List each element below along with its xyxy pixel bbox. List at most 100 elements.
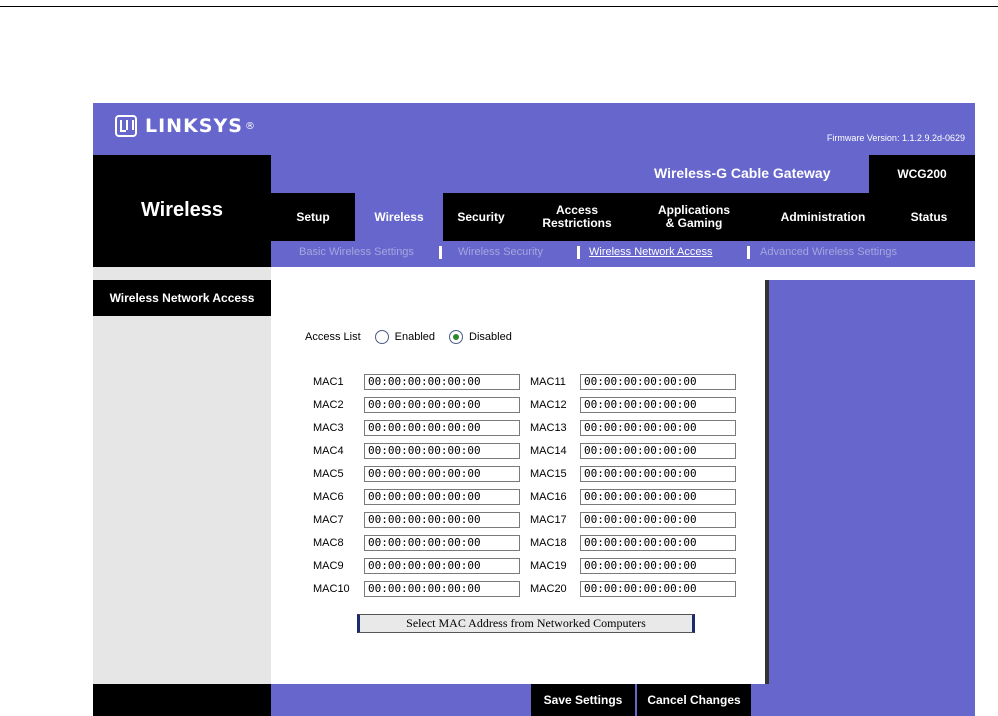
mac-row: MAC10 <box>313 577 520 600</box>
mac6-input[interactable] <box>364 488 520 505</box>
mac-row: MAC20 <box>530 577 736 600</box>
mac2-input[interactable] <box>364 396 520 413</box>
mac-row: MAC3 <box>313 416 520 439</box>
cancel-changes-button[interactable]: Cancel Changes <box>637 684 751 716</box>
mac14-input[interactable] <box>580 442 736 459</box>
access-list-enabled-label: Enabled <box>394 331 436 343</box>
tab-security[interactable]: Security <box>443 193 519 241</box>
access-list-enabled-radio[interactable] <box>374 330 389 344</box>
tab-wireless[interactable]: Wireless <box>355 193 443 241</box>
mac-row: MAC11 <box>530 370 736 393</box>
tab-administration[interactable]: Administration <box>767 193 879 241</box>
mac1-input[interactable] <box>364 373 520 390</box>
mac-row: MAC15 <box>530 462 736 485</box>
mac13-input[interactable] <box>580 419 736 436</box>
access-list-row: Access List Enabled Disabled <box>305 330 512 344</box>
mac11-input[interactable] <box>580 373 736 390</box>
sidebar <box>93 267 271 684</box>
mac7-input[interactable] <box>364 511 520 528</box>
mac-label: MAC1 <box>313 375 344 388</box>
mac-label: MAC20 <box>530 582 567 595</box>
linksys-logo: LINKSYS ® <box>115 115 256 137</box>
subnav-wireless-security[interactable]: Wireless Security <box>458 246 543 258</box>
mac-row: MAC1 <box>313 370 520 393</box>
subnav-separator <box>577 246 580 259</box>
mac-row: MAC14 <box>530 439 736 462</box>
mac5-input[interactable] <box>364 465 520 482</box>
mac15-input[interactable] <box>580 465 736 482</box>
model-number: WCG200 <box>869 155 975 193</box>
mac-label: MAC4 <box>313 444 344 457</box>
mac-row: MAC4 <box>313 439 520 462</box>
mac8-input[interactable] <box>364 534 520 551</box>
mac-column-right: MAC11 MAC12 MAC13 MAC14 MAC15 MAC16 MAC1… <box>530 370 736 600</box>
mac19-input[interactable] <box>580 557 736 574</box>
mac10-input[interactable] <box>364 580 520 597</box>
mac3-input[interactable] <box>364 419 520 436</box>
mac-label: MAC9 <box>313 559 344 572</box>
mac-label: MAC17 <box>530 513 567 526</box>
mac-row: MAC16 <box>530 485 736 508</box>
tab-access-restrictions[interactable]: Access Restrictions <box>535 193 619 241</box>
tab-setup[interactable]: Setup <box>271 193 355 241</box>
access-list-disabled-radio[interactable] <box>449 330 464 344</box>
mac-label: MAC11 <box>530 375 566 388</box>
mac-label: MAC12 <box>530 398 567 411</box>
mac-label: MAC13 <box>530 421 567 434</box>
main-tabs: Setup Wireless Security Access Restricti… <box>271 193 975 241</box>
footer-left <box>93 684 271 716</box>
tab-status[interactable]: Status <box>893 193 965 241</box>
mac20-input[interactable] <box>580 580 736 597</box>
mac4-input[interactable] <box>364 442 520 459</box>
mac-row: MAC6 <box>313 485 520 508</box>
sidebar-heading: Wireless Network Access <box>93 280 271 316</box>
subnav-advanced-wireless-settings[interactable]: Advanced Wireless Settings <box>760 246 897 258</box>
mac-row: MAC13 <box>530 416 736 439</box>
mac-row: MAC12 <box>530 393 736 416</box>
mac-row: MAC8 <box>313 531 520 554</box>
mac-row: MAC2 <box>313 393 520 416</box>
mac9-input[interactable] <box>364 557 520 574</box>
access-list-disabled-label: Disabled <box>469 331 512 343</box>
subnav-basic-wireless-settings[interactable]: Basic Wireless Settings <box>299 246 414 258</box>
mac-label: MAC18 <box>530 536 567 549</box>
select-mac-address-button[interactable]: Select MAC Address from Networked Comput… <box>357 614 695 633</box>
mac12-input[interactable] <box>580 396 736 413</box>
mac-row: MAC7 <box>313 508 520 531</box>
mac-row: MAC5 <box>313 462 520 485</box>
mac-row: MAC18 <box>530 531 736 554</box>
access-list-label: Access List <box>305 331 361 343</box>
header-banner: LINKSYS ® Firmware Version: 1.1.2.9.2d-0… <box>93 103 975 155</box>
mac-label: MAC14 <box>530 444 567 457</box>
mac-label: MAC10 <box>313 582 350 595</box>
top-rule <box>0 6 998 7</box>
mac17-input[interactable] <box>580 511 736 528</box>
subnav-separator <box>439 246 442 259</box>
mac18-input[interactable] <box>580 534 736 551</box>
mac-label: MAC6 <box>313 490 344 503</box>
tab-applications-gaming[interactable]: Applications & Gaming <box>641 193 747 241</box>
mac-label: MAC3 <box>313 421 344 434</box>
wireless-subnav: Basic Wireless Settings Wireless Securit… <box>271 241 975 267</box>
firmware-version: Firmware Version: 1.1.2.9.2d-0629 <box>826 133 965 143</box>
subnav-wireless-network-access[interactable]: Wireless Network Access <box>589 246 712 258</box>
mac-label: MAC5 <box>313 467 344 480</box>
save-settings-button[interactable]: Save Settings <box>531 684 635 716</box>
footer-bar: Save Settings Cancel Changes <box>271 684 975 716</box>
mac16-input[interactable] <box>580 488 736 505</box>
mac-label: MAC2 <box>313 398 344 411</box>
mac-row: MAC19 <box>530 554 736 577</box>
mac-label: MAC7 <box>313 513 344 526</box>
mac-row: MAC17 <box>530 508 736 531</box>
right-gap <box>769 267 975 280</box>
mac-label: MAC16 <box>530 490 567 503</box>
linksys-logo-icon <box>115 115 137 137</box>
section-title: Wireless <box>140 199 224 221</box>
main-content: Access List Enabled Disabled MAC1 MAC2 M… <box>271 267 765 684</box>
mac-label: MAC8 <box>313 536 344 549</box>
brand-name: LINKSYS <box>145 115 243 137</box>
product-name: Wireless-G Cable Gateway <box>654 165 831 181</box>
mac-label: MAC19 <box>530 559 567 572</box>
help-panel <box>769 280 975 684</box>
registered-mark: ® <box>244 120 256 132</box>
